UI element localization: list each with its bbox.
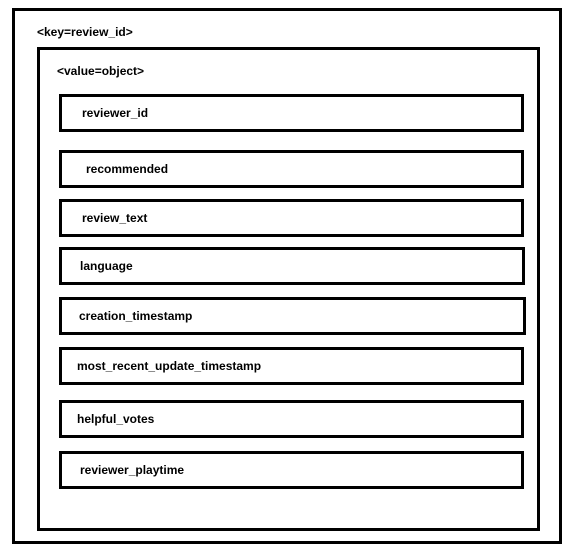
field-most-recent-update-timestamp: most_recent_update_timestamp xyxy=(59,347,524,385)
field-label: helpful_votes xyxy=(77,412,155,426)
field-label: creation_timestamp xyxy=(79,309,193,323)
field-reviewer-playtime: reviewer_playtime xyxy=(59,451,524,489)
field-label: recommended xyxy=(86,162,169,176)
field-label: review_text xyxy=(82,211,148,225)
field-creation-timestamp: creation_timestamp xyxy=(59,297,526,335)
value-object-container: <value=object> reviewer_id recommended r… xyxy=(37,47,540,531)
field-label: most_recent_update_timestamp xyxy=(77,359,262,373)
field-label: reviewer_playtime xyxy=(80,463,185,477)
field-label: language xyxy=(80,259,133,273)
value-label: <value=object> xyxy=(57,64,145,78)
key-label: <key=review_id> xyxy=(37,25,133,39)
field-reviewer-id: reviewer_id xyxy=(59,94,524,132)
field-label: reviewer_id xyxy=(82,106,149,120)
field-recommended: recommended xyxy=(59,150,524,188)
field-language: language xyxy=(59,247,525,285)
field-review-text: review_text xyxy=(59,199,524,237)
field-helpful-votes: helpful_votes xyxy=(59,400,524,438)
key-container: <key=review_id> <value=object> reviewer_… xyxy=(12,8,562,544)
